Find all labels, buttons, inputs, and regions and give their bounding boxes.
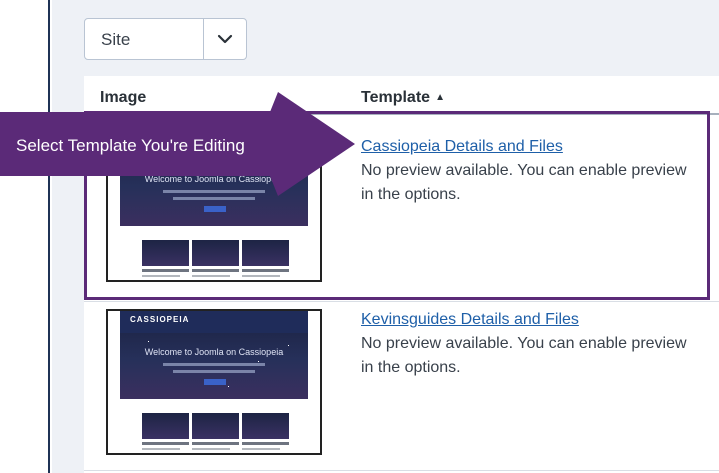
template-thumbnail[interactable]: CASSIOPEIA Welcome to Joomla on Cassiope… [106, 309, 322, 455]
template-link-kevinsguides[interactable]: Kevinsguides Details and Files [361, 311, 579, 329]
sort-ascending-icon: ▲ [435, 92, 445, 103]
column-header-template[interactable]: Template ▲ [361, 89, 445, 107]
thumbnail-welcome: Welcome to Joomla on Cassiopeia [144, 347, 284, 357]
site-filter-select[interactable]: Site [84, 18, 247, 60]
column-header-template-label: Template [361, 89, 431, 106]
callout-label: Select Template You're Editing [16, 136, 245, 155]
row-divider [84, 301, 719, 302]
template-description: No preview available. You can enable pre… [361, 335, 687, 376]
thumbnail-brand: CASSIOPEIA [130, 315, 190, 324]
site-filter-value: Site [101, 30, 131, 49]
row-divider [84, 470, 719, 471]
chevron-down-icon[interactable] [203, 19, 247, 59]
left-sidebar [0, 0, 50, 473]
